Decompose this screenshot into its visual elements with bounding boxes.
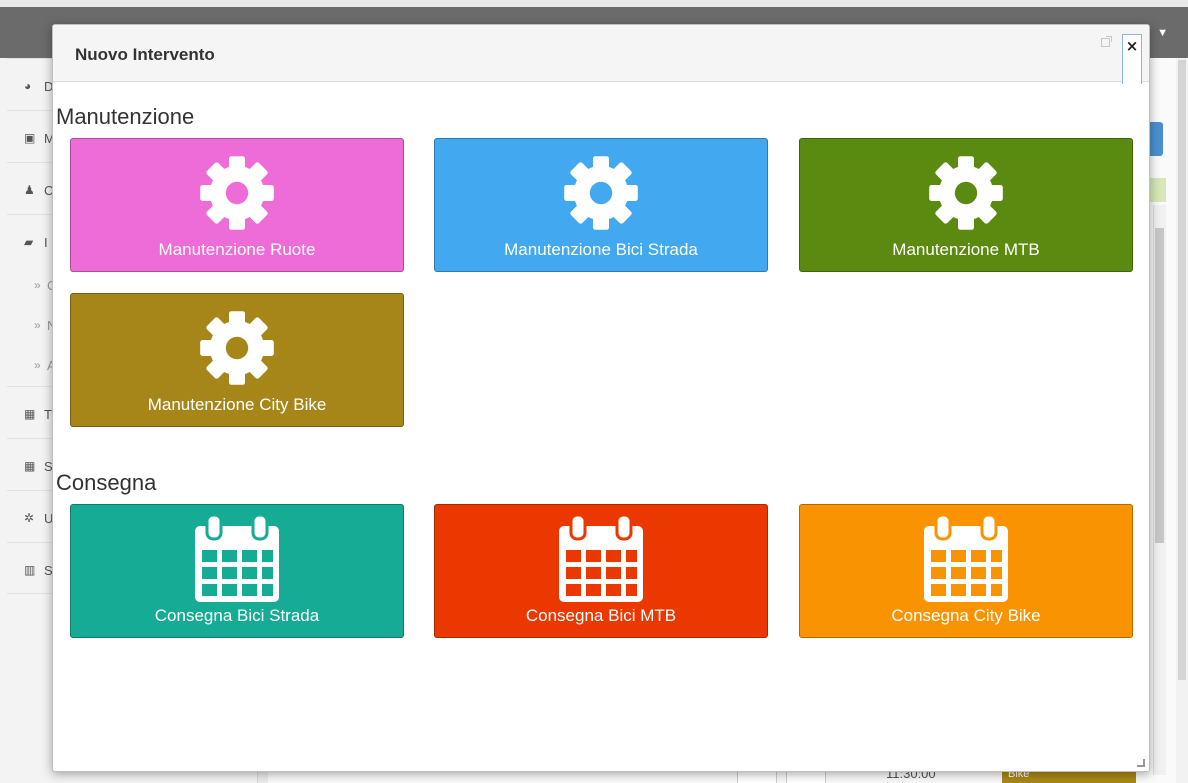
tile-consegna-bici-strada[interactable]: Consegna Bici Strada: [70, 504, 404, 638]
tile-consegna-city-bike[interactable]: Consegna City Bike: [799, 504, 1133, 638]
tile-label: Manutenzione MTB: [892, 240, 1040, 259]
gear-icon: [200, 156, 274, 230]
popout-icon[interactable]: [1101, 36, 1112, 47]
chevron-right-icon: »: [34, 358, 41, 372]
user-menu-caret-icon[interactable]: ▼: [1157, 27, 1168, 39]
resize-handle[interactable]: [1137, 759, 1145, 767]
calendar-icon: [924, 514, 1008, 602]
browser-bookmark-strip: [0, 0, 1188, 7]
page-scroll-thumb[interactable]: [1178, 60, 1186, 680]
modal-header: Nuovo Intervento ×: [53, 25, 1149, 84]
tile-label: Manutenzione Ruote: [158, 240, 316, 259]
tile-manutenzione-mtb[interactable]: Manutenzione MTB: [799, 138, 1133, 272]
content-scroll-thumb[interactable]: [1155, 228, 1164, 543]
chevron-right-icon: »: [34, 278, 41, 292]
close-button[interactable]: ×: [1122, 34, 1142, 84]
sidebar-item-label: I: [44, 235, 48, 250]
tile-manutenzione-bici-strada[interactable]: Manutenzione Bici Strada: [434, 138, 768, 272]
background-blue-button[interactable]: [1150, 122, 1163, 156]
tile-label: Manutenzione City Bike: [147, 395, 327, 414]
tile-label: Consegna Bici Strada: [154, 606, 320, 625]
bar-chart-icon: ▥: [24, 563, 36, 577]
box-icon: ▣: [24, 131, 36, 145]
gear-icon: [564, 156, 638, 230]
calendar-icon: [195, 514, 279, 602]
tile-label: Consegna Bici MTB: [525, 606, 677, 625]
tile-manutenzione-city-bike[interactable]: Manutenzione City Bike: [70, 293, 404, 427]
tile-manutenzione-ruote[interactable]: Manutenzione Ruote: [70, 138, 404, 272]
section-title-manutenzione: Manutenzione: [56, 104, 195, 129]
tile-label: Manutenzione Bici Strada: [504, 240, 698, 259]
gear-icon: [929, 156, 1003, 230]
grid-icon: ▦: [24, 459, 36, 473]
tile-label: Consegna City Bike: [891, 606, 1041, 625]
section-title-consegna: Consegna: [56, 470, 157, 495]
chevron-right-icon: »: [34, 318, 41, 332]
calendar-icon: [559, 514, 643, 602]
modal-title: Nuovo Intervento: [75, 45, 215, 64]
dashboard-icon: ◕: [24, 79, 32, 93]
grid-icon: ▦: [24, 407, 36, 421]
background-highlight-row: [1150, 178, 1166, 202]
folder-open-icon: ▰: [24, 235, 34, 249]
gear-icon: ✲: [24, 511, 35, 525]
sidebar-item-label: T: [44, 407, 52, 422]
gear-icon: [200, 311, 274, 385]
tile-consegna-bici-mtb[interactable]: Consegna Bici MTB: [434, 504, 768, 638]
user-icon: ♟: [24, 183, 35, 197]
new-intervention-modal: Nuovo Intervento × Manutenzione Manutenz…: [52, 24, 1150, 772]
